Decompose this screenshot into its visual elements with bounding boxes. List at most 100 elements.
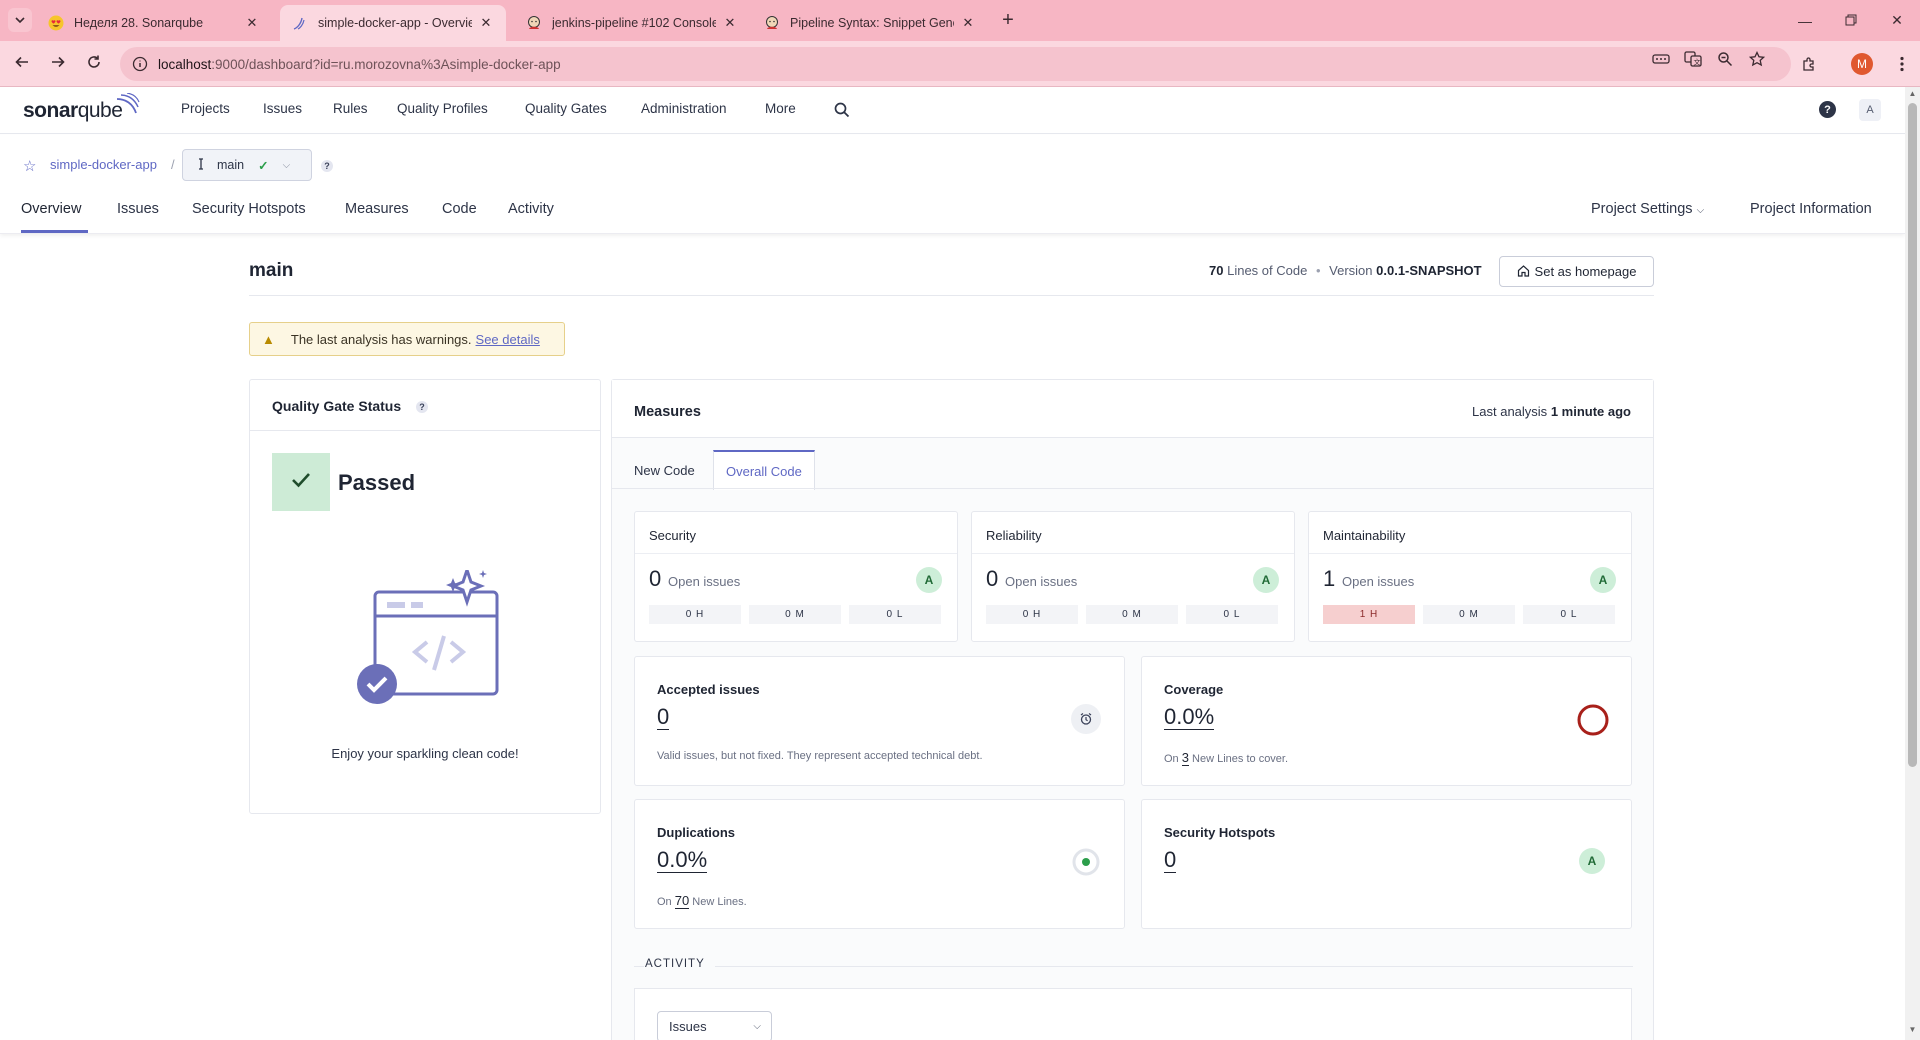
branch-help-icon[interactable]: ? <box>321 160 333 172</box>
activity-heading: ACTIVITY <box>645 958 705 970</box>
svg-text:文: 文 <box>1694 58 1701 67</box>
measures-title: Measures <box>634 404 701 420</box>
plus-icon: + <box>1002 8 1014 31</box>
project-name-link[interactable]: simple-docker-app <box>50 157 157 172</box>
new-tab-button[interactable]: + <box>996 8 1020 32</box>
tab-search-button[interactable] <box>8 8 32 32</box>
tab-issues[interactable]: Issues <box>117 201 159 217</box>
nav-rules[interactable]: Rules <box>333 101 368 116</box>
security-card[interactable]: Security 0 Open issues A 0 H 0 M 0 L <box>634 511 958 642</box>
translate-icon[interactable]: 文 <box>1684 50 1702 68</box>
browser-tab-0[interactable]: Неделя 28. Sonarqube ✕ <box>36 5 272 41</box>
coverage-rest: New Lines to cover. <box>1192 753 1289 765</box>
restore-button[interactable] <box>1828 0 1874 41</box>
browser-tab-1[interactable]: simple-docker-app - Overview ✕ <box>280 5 506 41</box>
sonarqube-logo[interactable]: sonarqube <box>23 93 140 123</box>
user-avatar[interactable]: A <box>1859 99 1881 121</box>
security-issue-count[interactable]: 0 <box>649 566 661 592</box>
reliability-card[interactable]: Reliability 0 Open issues A 0 H 0 M 0 L <box>971 511 1295 642</box>
tab-measures[interactable]: Measures <box>345 201 409 217</box>
lines-of-code-label: Lines of Code <box>1227 263 1308 278</box>
close-icon[interactable]: ✕ <box>960 15 976 31</box>
maintainability-card[interactable]: Maintainability 1 Open issues A 1 H 0 M … <box>1308 511 1632 642</box>
tab-code[interactable]: Code <box>442 201 477 217</box>
reload-button[interactable] <box>80 50 108 78</box>
severity-medium[interactable]: 0 M <box>749 605 841 624</box>
close-icon[interactable]: ✕ <box>244 15 260 31</box>
activity-rule <box>715 966 1633 967</box>
tab-new-code[interactable]: New Code <box>622 450 707 490</box>
site-info-icon[interactable] <box>132 56 148 75</box>
close-window-button[interactable]: ✕ <box>1874 0 1920 41</box>
kebab-menu-icon[interactable] <box>1888 50 1916 78</box>
severity-high[interactable]: 1 H <box>1323 605 1415 624</box>
coverage-lines[interactable]: 3 <box>1181 750 1189 766</box>
nav-administration[interactable]: Administration <box>641 101 727 116</box>
page-scrollbar[interactable]: ▲ ▼ <box>1905 87 1920 1040</box>
nav-projects[interactable]: Projects <box>181 101 230 116</box>
search-icon[interactable] <box>834 102 850 118</box>
security-hotspots-rating-badge[interactable]: A <box>1579 848 1605 874</box>
set-as-homepage-button[interactable]: Set as homepage <box>1499 256 1654 287</box>
security-rating-badge[interactable]: A <box>916 567 942 593</box>
severity-low[interactable]: 0 L <box>1186 605 1278 624</box>
url-host: localhost <box>158 56 212 72</box>
activity-select-value: Issues <box>669 1019 707 1034</box>
reliability-rating-badge[interactable]: A <box>1253 567 1279 593</box>
favorite-star-icon[interactable]: ☆ <box>23 157 36 175</box>
duplications-lines[interactable]: 70 <box>674 893 690 909</box>
tab-security-hotspots[interactable]: Security Hotspots <box>192 201 306 217</box>
nav-issues[interactable]: Issues <box>263 101 302 116</box>
scroll-down-arrow-icon[interactable]: ▼ <box>1908 1025 1917 1034</box>
quality-gate-message: Enjoy your sparkling clean code! <box>331 746 519 761</box>
nav-quality-gates[interactable]: Quality Gates <box>525 101 607 116</box>
maintainability-issue-count[interactable]: 1 <box>1323 566 1335 592</box>
warning-icon: ▲ <box>262 331 275 347</box>
open-issues-label: Open issues <box>668 574 741 589</box>
url-path: :9000/dashboard?id=ru.morozovna%3Asimple… <box>211 56 561 72</box>
branch-selector[interactable]: main ✓ ⌵ <box>182 149 312 181</box>
quality-gate-help-icon[interactable]: ? <box>416 401 428 413</box>
scrollbar-thumb[interactable] <box>1908 103 1917 767</box>
reliability-issue-count[interactable]: 0 <box>986 566 998 592</box>
project-settings-menu[interactable]: Project Settings ⌵ <box>1591 201 1704 217</box>
project-information-link[interactable]: Project Information <box>1750 201 1872 217</box>
forward-button[interactable] <box>44 50 72 78</box>
coverage-value[interactable]: 0.0% <box>1164 705 1215 730</box>
severity-high[interactable]: 0 H <box>986 605 1078 624</box>
tab-title: jenkins-pipeline #102 Console <box>552 16 716 30</box>
scroll-up-arrow-icon[interactable]: ▲ <box>1908 89 1917 98</box>
help-button[interactable]: ? <box>1819 101 1836 118</box>
address-bar[interactable]: localhost:9000/dashboard?id=ru.morozovna… <box>120 47 1791 81</box>
coverage-description: On 3 New Lines to cover. <box>1164 750 1289 766</box>
bookmark-star-icon[interactable] <box>1748 50 1766 68</box>
close-icon[interactable]: ✕ <box>722 15 738 31</box>
severity-medium[interactable]: 0 M <box>1423 605 1515 624</box>
see-details-link[interactable]: See details <box>476 332 540 347</box>
nav-quality-profiles[interactable]: Quality Profiles <box>397 101 488 116</box>
activity-graph-select[interactable]: Issues ⌵ <box>657 1011 772 1040</box>
severity-low[interactable]: 0 L <box>1523 605 1615 624</box>
extensions-icon[interactable] <box>1795 50 1823 78</box>
tab-activity[interactable]: Activity <box>508 201 554 217</box>
severity-low[interactable]: 0 L <box>849 605 941 624</box>
zoom-icon[interactable] <box>1716 50 1734 68</box>
severity-medium[interactable]: 0 M <box>1086 605 1178 624</box>
clean-code-illustration <box>355 565 505 715</box>
nav-more[interactable]: More <box>765 101 796 116</box>
duplications-value[interactable]: 0.0% <box>657 848 708 873</box>
browser-tab-3[interactable]: Pipeline Syntax: Snippet Genera ✕ <box>752 5 988 41</box>
analysis-warning-banner: ▲ The last analysis has warnings. See de… <box>249 322 565 356</box>
security-hotspots-value[interactable]: 0 <box>1164 848 1177 873</box>
accepted-issues-value[interactable]: 0 <box>657 705 670 730</box>
tab-overall-code[interactable]: Overall Code <box>713 450 815 490</box>
minimize-button[interactable]: — <box>1782 0 1828 41</box>
back-button[interactable] <box>8 50 36 78</box>
password-key-icon[interactable] <box>1652 50 1670 68</box>
browser-tab-2[interactable]: jenkins-pipeline #102 Console ✕ <box>514 5 750 41</box>
tab-overview[interactable]: Overview <box>21 201 81 217</box>
close-icon[interactable]: ✕ <box>478 15 494 31</box>
profile-avatar[interactable]: M <box>1851 53 1873 75</box>
severity-high[interactable]: 0 H <box>649 605 741 624</box>
maintainability-rating-badge[interactable]: A <box>1590 567 1616 593</box>
